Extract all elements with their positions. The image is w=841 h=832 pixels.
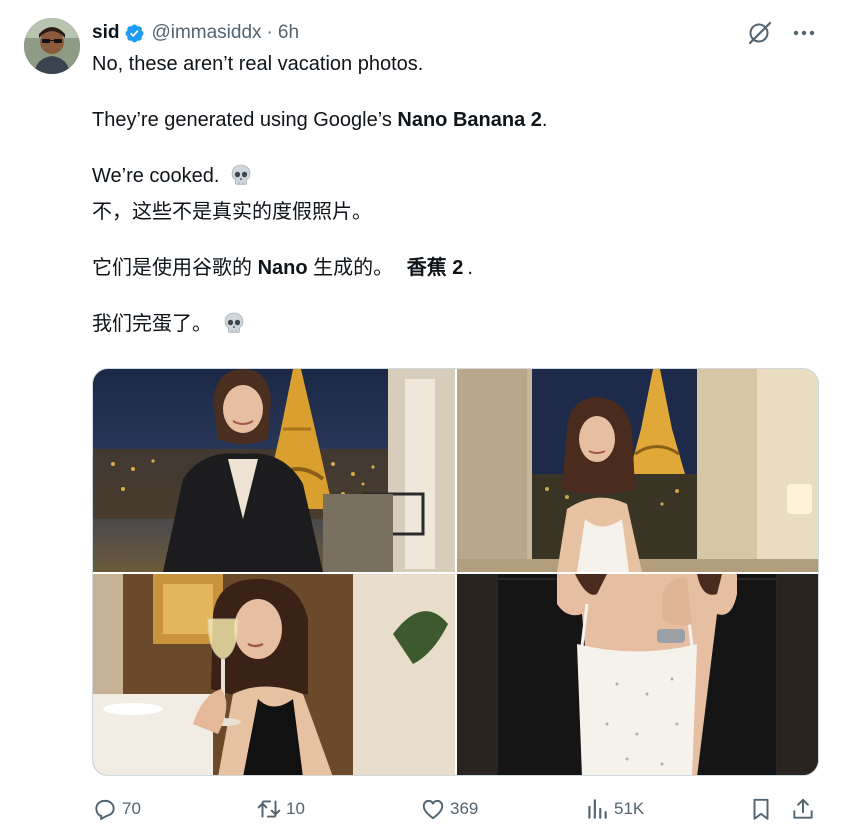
zh-line-2-pre: 它们是使用谷歌的 [92, 257, 258, 279]
zh-line-3-text: 我们完蛋了。 [92, 313, 212, 335]
repost-icon [257, 800, 281, 818]
like-button[interactable]: 369 [420, 796, 478, 822]
more-icon[interactable] [791, 20, 817, 46]
zh-line-3: 我们完蛋了。 [92, 310, 812, 338]
views-button[interactable]: 51K [584, 796, 644, 822]
zh-line-2-bold2: 香蕉 2 [406, 257, 464, 279]
bookmark-button[interactable] [748, 796, 774, 822]
verified-badge-icon [124, 23, 145, 44]
views-count: 51K [614, 799, 645, 818]
views-icon [588, 799, 607, 819]
text-line-1: No, these aren’t real vacation photos. [92, 53, 424, 75]
zh-line-1: 不，这些不是真实的度假照片。 [92, 201, 372, 223]
text-line-3: We’re cooked. [92, 162, 812, 190]
avatar[interactable] [24, 18, 80, 74]
photo-4[interactable] [457, 574, 818, 775]
media-grid [92, 368, 819, 776]
top-right-actions [747, 20, 817, 46]
author-name[interactable]: sid [92, 22, 119, 44]
skull-emoji [229, 163, 253, 187]
zh-line-2-post: . [467, 257, 473, 279]
header-separator: · [266, 22, 273, 43]
share-button[interactable] [790, 796, 816, 822]
text-line-2-pre: They’re generated using Google’s [92, 109, 398, 131]
text-line-2-post: . [541, 109, 548, 131]
action-bar: 70 10 369 51K [92, 792, 819, 826]
photo-3[interactable] [93, 574, 455, 775]
tweet-text: No, these aren’t real vacation photos. T… [92, 50, 812, 338]
text-line-2-bold: Nano Banana 2 [397, 109, 542, 131]
post-time[interactable]: 6h [278, 22, 299, 44]
share-icon [793, 798, 813, 819]
reply-count: 70 [122, 799, 141, 818]
text-line-2: They’re generated using Google’s Nano Ba… [92, 106, 812, 134]
bookmark-icon [753, 798, 769, 820]
grok-icon[interactable] [747, 20, 773, 46]
like-icon [422, 799, 444, 820]
like-count: 369 [450, 799, 479, 818]
reply-button[interactable]: 70 [92, 796, 141, 822]
tweet-header: sid @immasiddx · 6h [92, 20, 299, 46]
zh-line-2-bold: Nano [257, 257, 308, 279]
photo-1[interactable] [93, 369, 455, 572]
zh-line-2: 它们是使用谷歌的 Nano 生成的。 香蕉 2. [92, 254, 812, 282]
repost-count: 10 [286, 799, 305, 818]
zh-line-2-mid: 生成的。 [307, 257, 399, 279]
author-handle[interactable]: @immasiddx [151, 22, 261, 44]
text-line-3-text: We’re cooked. [92, 165, 220, 187]
reply-icon [95, 799, 115, 821]
repost-button[interactable]: 10 [256, 796, 305, 822]
skull-emoji [222, 311, 246, 335]
photo-2[interactable] [457, 369, 818, 572]
